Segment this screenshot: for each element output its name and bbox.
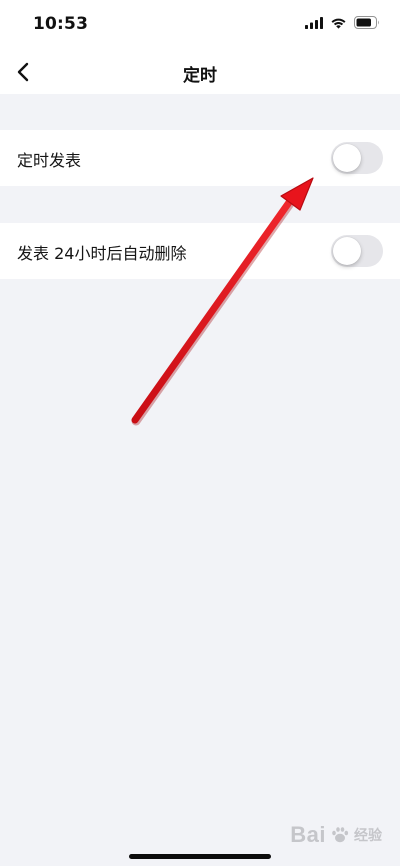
cellular-signal-icon	[305, 16, 323, 29]
status-bar: 10:53	[0, 0, 400, 50]
setting-label-scheduled-publish: 定时发表	[17, 151, 82, 170]
watermark: Bai 经验	[290, 822, 382, 848]
setting-row-auto-delete[interactable]: 发表 24小时后自动删除	[0, 223, 400, 279]
auto-delete-toggle[interactable]	[331, 235, 383, 267]
scheduled-publish-toggle[interactable]	[331, 142, 383, 174]
wifi-icon	[331, 18, 346, 29]
setting-row-scheduled-publish[interactable]: 定时发表	[0, 130, 400, 186]
page-title: 定时	[183, 66, 217, 86]
battery-icon	[354, 16, 379, 29]
setting-label-auto-delete: 发表 24小时后自动删除	[17, 244, 187, 263]
status-time: 10:53	[33, 14, 89, 34]
home-indicator[interactable]	[129, 854, 271, 859]
status-icons	[305, 16, 380, 29]
watermark-sub: 经验	[354, 828, 382, 844]
watermark-text: Bai	[290, 822, 326, 847]
toggle-knob	[333, 144, 361, 172]
toggle-knob	[333, 237, 361, 265]
paw-icon	[332, 827, 349, 843]
nav-bar: 定时	[0, 50, 400, 94]
